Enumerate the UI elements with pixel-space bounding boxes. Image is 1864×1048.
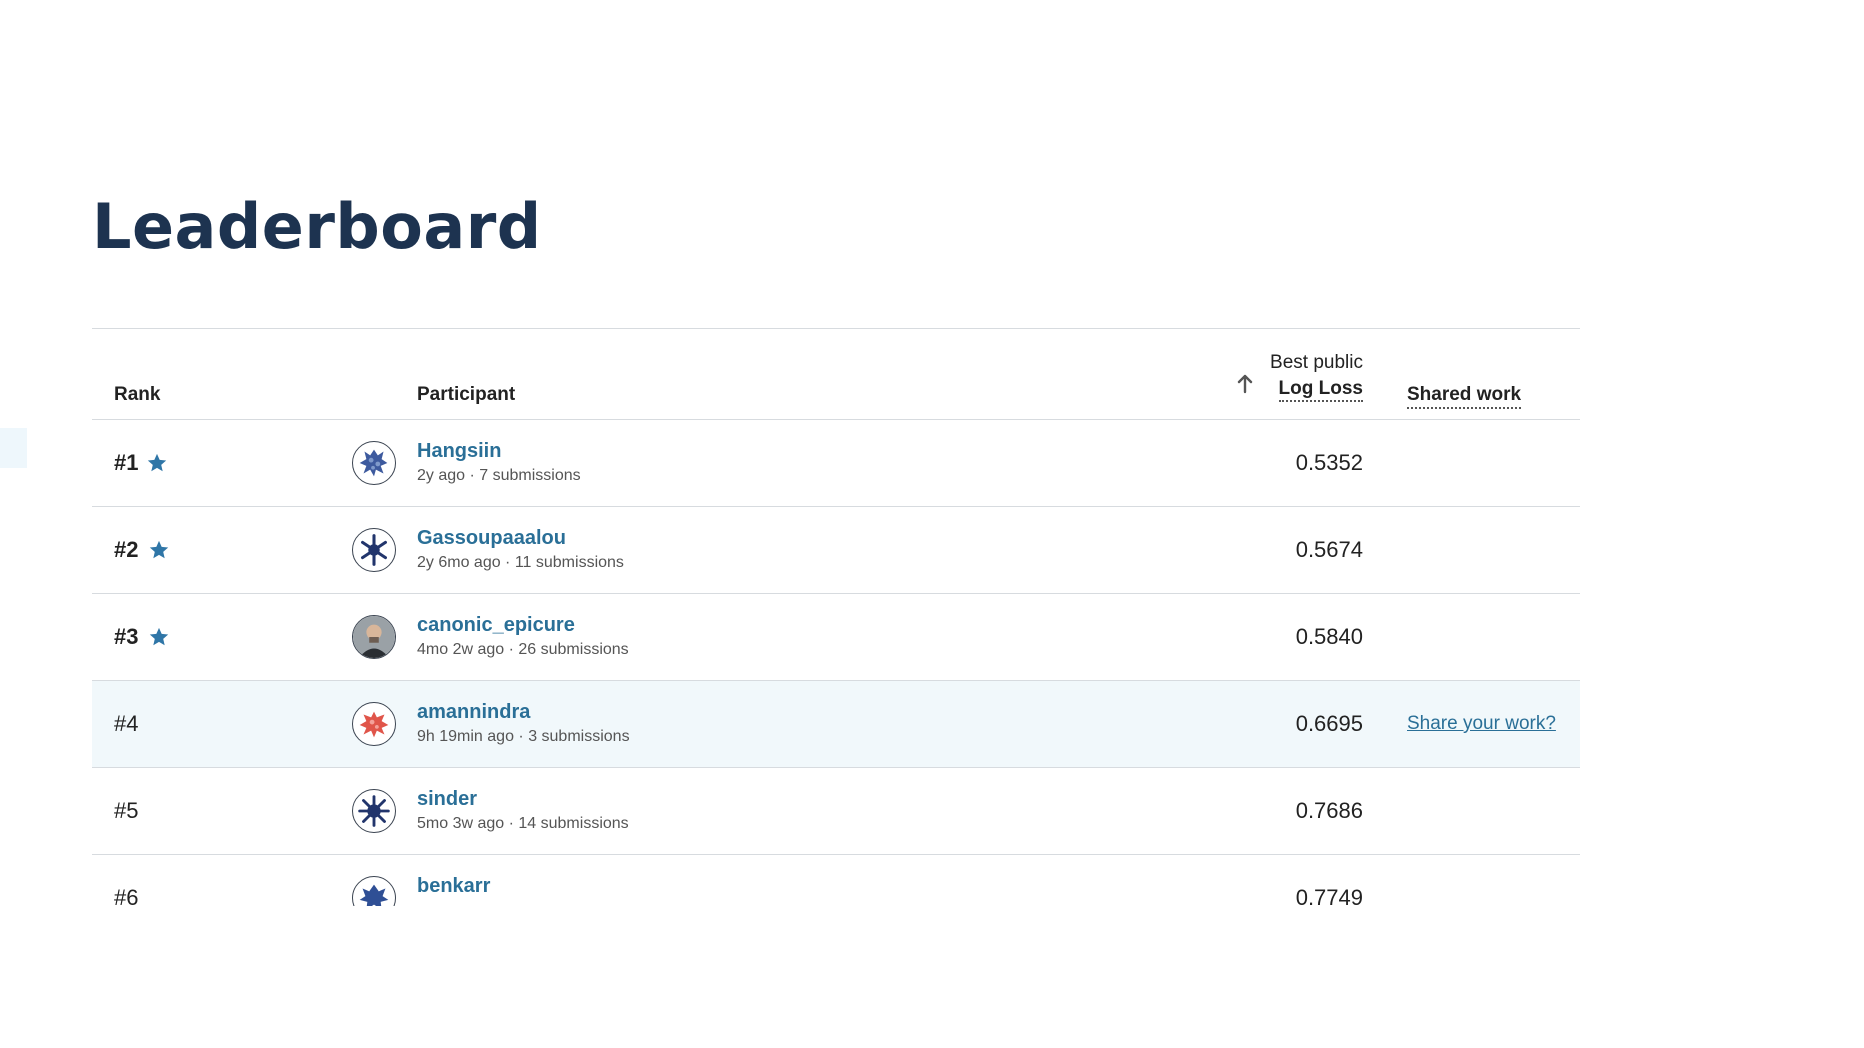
avatar-icon[interactable] bbox=[352, 528, 396, 572]
score-value: 0.7749 bbox=[1295, 885, 1363, 906]
meta-separator: · bbox=[504, 815, 519, 832]
score-value: 0.7686 bbox=[1295, 798, 1363, 823]
participant-name-link[interactable]: canonic_epicure bbox=[417, 614, 575, 637]
participant-name-link[interactable]: benkarr bbox=[417, 875, 490, 898]
table-row: #3 canonic_epicure 4mo 2w ago · 26 submiss… bbox=[92, 594, 1580, 681]
score-value: 0.6695 bbox=[1295, 711, 1363, 736]
table-row: #6 benkarr 0.7749 bbox=[92, 855, 1580, 906]
star-icon bbox=[147, 453, 167, 472]
score-value: 0.5352 bbox=[1295, 450, 1363, 475]
meta-separator: · bbox=[513, 728, 529, 745]
submission-count: 14 submissions bbox=[518, 815, 629, 832]
leaderboard-table: Rank Participant Best public Log Loss Sh… bbox=[92, 328, 1580, 906]
submission-count: 26 submissions bbox=[518, 641, 629, 658]
shared-work-header[interactable]: Shared work bbox=[1407, 384, 1522, 409]
rank-label: #6 bbox=[114, 885, 139, 906]
page-title: Leaderboard bbox=[92, 190, 542, 263]
rank-label: #3 bbox=[114, 624, 139, 649]
table-body: #1 Hangsiin 2y ago · 7 submissions 0.5352 #2… bbox=[92, 420, 1580, 906]
submission-count: 3 submissions bbox=[528, 728, 630, 745]
last-submission-time: 5mo 3w ago bbox=[417, 815, 505, 832]
side-tab[interactable] bbox=[0, 428, 27, 468]
participant-meta: 5mo 3w ago · 14 submissions bbox=[417, 815, 629, 833]
participant-name-link[interactable]: sinder bbox=[417, 788, 477, 811]
participant-header: Participant bbox=[417, 384, 516, 405]
avatar-icon[interactable] bbox=[352, 789, 396, 833]
rank-label: #2 bbox=[114, 537, 139, 562]
meta-separator: · bbox=[500, 554, 515, 571]
log-loss-label[interactable]: Log Loss bbox=[1278, 378, 1363, 402]
rank-label: #1 bbox=[114, 450, 139, 475]
participant-meta: 2y 6mo ago · 11 submissions bbox=[417, 554, 624, 572]
avatar-icon[interactable] bbox=[352, 441, 396, 485]
share-work-link[interactable]: Share your work? bbox=[1407, 713, 1556, 735]
star-icon bbox=[149, 627, 169, 646]
table-header: Rank Participant Best public Log Loss Sh… bbox=[92, 328, 1580, 420]
last-submission-time: 2y 6mo ago bbox=[417, 554, 501, 571]
table-row: #4 amannindra 9h 19min ago · 3 submissions… bbox=[92, 681, 1580, 768]
table-row: #5 sinder 5mo 3w ago · 14 submissions 0.768… bbox=[92, 768, 1580, 855]
participant-meta: 9h 19min ago · 3 submissions bbox=[417, 728, 630, 746]
meta-separator: · bbox=[465, 467, 480, 484]
rank-label: #4 bbox=[114, 711, 139, 736]
score-value: 0.5840 bbox=[1295, 624, 1363, 649]
avatar-icon[interactable] bbox=[352, 615, 396, 659]
meta-separator: · bbox=[504, 641, 519, 658]
participant-meta: 4mo 2w ago · 26 submissions bbox=[417, 641, 629, 659]
best-public-label: Best public bbox=[1270, 352, 1363, 373]
participant-meta: 2y ago · 7 submissions bbox=[417, 467, 581, 485]
participant-name-link[interactable]: Hangsiin bbox=[417, 440, 501, 463]
star-icon bbox=[149, 540, 169, 559]
submission-count: 7 submissions bbox=[479, 467, 581, 484]
avatar-icon[interactable] bbox=[352, 876, 396, 906]
table-row: #2 Gassoupaaalou 2y 6mo ago · 11 submissio… bbox=[92, 507, 1580, 594]
participant-name-link[interactable]: amannindra bbox=[417, 701, 530, 724]
score-value: 0.5674 bbox=[1295, 537, 1363, 562]
rank-label: #5 bbox=[114, 798, 139, 823]
score-header[interactable]: Best public Log Loss bbox=[1270, 352, 1363, 402]
submission-count: 11 submissions bbox=[514, 554, 624, 571]
last-submission-time: 9h 19min ago bbox=[417, 728, 514, 745]
avatar-icon[interactable] bbox=[352, 702, 396, 746]
arrow-up-icon[interactable] bbox=[1237, 374, 1253, 394]
last-submission-time: 4mo 2w ago bbox=[417, 641, 505, 658]
rank-header: Rank bbox=[114, 384, 161, 405]
participant-name-link[interactable]: Gassoupaaalou bbox=[417, 527, 566, 550]
table-row: #1 Hangsiin 2y ago · 7 submissions 0.5352 bbox=[92, 420, 1580, 507]
last-submission-time: 2y ago bbox=[417, 467, 466, 484]
